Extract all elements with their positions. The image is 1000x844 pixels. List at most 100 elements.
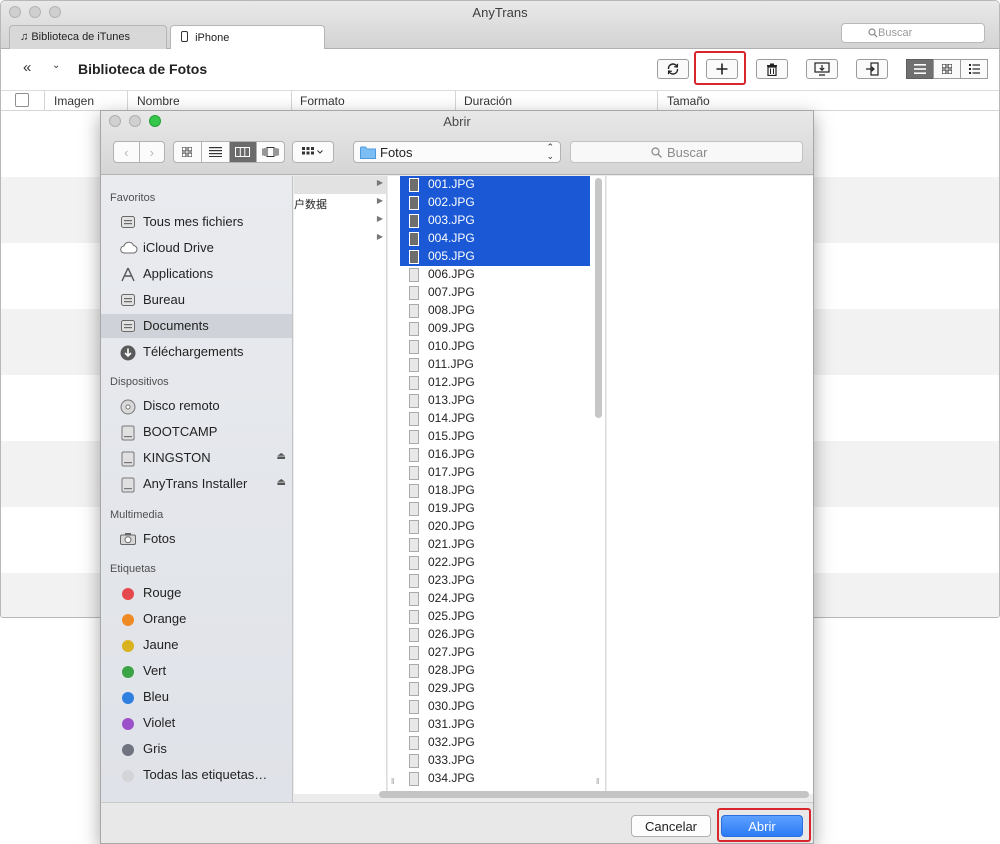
select-all-checkbox[interactable] xyxy=(15,93,29,107)
file-row[interactable]: 023.JPG xyxy=(400,572,590,590)
file-row[interactable]: 016.JPG xyxy=(400,446,590,464)
file-row[interactable]: 028.JPG xyxy=(400,662,590,680)
file-row[interactable]: 009.JPG xyxy=(400,320,590,338)
chevron-down-icon[interactable]: ⌄ xyxy=(52,60,60,71)
sidebar-item-label: Tous mes fichiers xyxy=(143,214,244,229)
file-row[interactable]: 011.JPG xyxy=(400,356,590,374)
file-row[interactable]: 015.JPG xyxy=(400,428,590,446)
file-row[interactable]: 022.JPG xyxy=(400,554,590,572)
list-view-button[interactable] xyxy=(202,142,230,162)
folder-row[interactable]: ▶ xyxy=(294,212,386,230)
horizontal-scrollbar[interactable] xyxy=(379,791,809,798)
back-double-chevron-icon[interactable]: « xyxy=(23,59,31,76)
tab-itunes-library[interactable]: ♫ Biblioteca de iTunes xyxy=(9,25,167,49)
file-row[interactable]: 004.JPG xyxy=(400,230,590,248)
file-row[interactable]: 021.JPG xyxy=(400,536,590,554)
sidebar-item-bureau[interactable]: Bureau xyxy=(101,288,292,312)
sidebar-item-t-l-chargements[interactable]: Téléchargements xyxy=(101,340,292,364)
file-row[interactable]: 001.JPG xyxy=(400,176,590,194)
file-row[interactable]: 020.JPG xyxy=(400,518,590,536)
file-row[interactable]: 010.JPG xyxy=(400,338,590,356)
column-header-format[interactable]: Formato xyxy=(300,94,345,108)
eject-icon[interactable]: ⏏ xyxy=(277,477,286,488)
file-row[interactable]: 003.JPG xyxy=(400,212,590,230)
search-icon xyxy=(868,28,878,38)
column-header-duration[interactable]: Duración xyxy=(464,94,512,108)
sidebar-item-icloud-drive[interactable]: iCloud Drive xyxy=(101,236,292,260)
sidebar-item-rouge[interactable]: Rouge xyxy=(101,581,292,605)
sidebar-item-label: Bureau xyxy=(143,292,185,307)
column-resize-handle[interactable]: ǁ xyxy=(596,777,599,786)
sidebar-item-anytrans-installer[interactable]: AnyTrans Installer ⏏ xyxy=(101,472,292,496)
export-to-computer-button[interactable] xyxy=(806,59,838,79)
sidebar-item-fotos[interactable]: Fotos xyxy=(101,527,292,551)
sidebar-item-documents[interactable]: Documents xyxy=(101,314,292,338)
column-view-button[interactable] xyxy=(229,142,258,162)
sidebar-item-violet[interactable]: Violet xyxy=(101,711,292,735)
sidebar-item-vert[interactable]: Vert xyxy=(101,659,292,683)
sidebar-item-gris[interactable]: Gris xyxy=(101,737,292,761)
file-row[interactable]: 005.JPG xyxy=(400,248,590,266)
image-thumbnail-icon xyxy=(409,232,419,246)
all-files-icon xyxy=(120,215,136,229)
files-vertical-scrollbar[interactable] xyxy=(595,178,602,418)
dialog-search-input[interactable]: Buscar xyxy=(570,141,803,163)
page-title: Biblioteca de Fotos xyxy=(78,61,208,77)
sidebar-item-tous-mes-fichiers[interactable]: Tous mes fichiers xyxy=(101,210,292,234)
file-row[interactable]: 008.JPG xyxy=(400,302,590,320)
file-row[interactable]: 027.JPG xyxy=(400,644,590,662)
sidebar-item-jaune[interactable]: Jaune xyxy=(101,633,292,657)
forward-chevron-icon[interactable]: › xyxy=(140,142,165,162)
eject-icon[interactable]: ⏏ xyxy=(277,451,286,462)
icon-view-button[interactable] xyxy=(174,142,202,162)
location-popup[interactable]: Fotos ⌃ ⌄ xyxy=(353,141,561,163)
tab-iphone[interactable]: iPhone xyxy=(170,25,325,50)
image-thumbnail-icon xyxy=(409,178,419,192)
file-row[interactable]: 026.JPG xyxy=(400,626,590,644)
file-row[interactable]: 033.JPG xyxy=(400,752,590,770)
column-header-name[interactable]: Nombre xyxy=(137,94,180,108)
delete-button[interactable] xyxy=(756,59,788,79)
sidebar-item-applications[interactable]: Applications xyxy=(101,262,292,286)
sidebar-item-kingston[interactable]: KINGSTON ⏏ xyxy=(101,446,292,470)
list-view-button[interactable] xyxy=(906,59,934,79)
location-label: Fotos xyxy=(380,145,413,160)
sidebar-item-label: Todas las etiquetas… xyxy=(143,767,268,782)
file-row[interactable]: 013.JPG xyxy=(400,392,590,410)
file-row[interactable]: 018.JPG xyxy=(400,482,590,500)
column-resize-handle[interactable]: ǁ xyxy=(391,777,394,786)
file-row[interactable]: 025.JPG xyxy=(400,608,590,626)
folder-row[interactable]: ▶ xyxy=(294,230,386,248)
file-row[interactable]: 007.JPG xyxy=(400,284,590,302)
sidebar-item-disco-remoto[interactable]: Disco remoto xyxy=(101,394,292,418)
file-row[interactable]: 014.JPG xyxy=(400,410,590,428)
sidebar-item-bleu[interactable]: Bleu xyxy=(101,685,292,709)
file-row[interactable]: 019.JPG xyxy=(400,500,590,518)
sidebar-item-bootcamp[interactable]: BOOTCAMP xyxy=(101,420,292,444)
folder-row[interactable]: 户数据 ▶ xyxy=(294,194,386,212)
file-row[interactable]: 002.JPG xyxy=(400,194,590,212)
file-row[interactable]: 006.JPG xyxy=(400,266,590,284)
export-to-device-button[interactable] xyxy=(856,59,888,79)
file-row[interactable]: 031.JPG xyxy=(400,716,590,734)
cover-flow-button[interactable] xyxy=(257,142,284,162)
arrange-menu[interactable] xyxy=(292,141,334,163)
folder-row[interactable]: ▶ xyxy=(294,176,386,194)
grid-view-button[interactable] xyxy=(933,59,961,79)
refresh-button[interactable] xyxy=(657,59,689,79)
file-row[interactable]: 032.JPG xyxy=(400,734,590,752)
file-row[interactable]: 029.JPG xyxy=(400,680,590,698)
back-chevron-icon[interactable]: ‹ xyxy=(114,142,140,162)
cancel-button[interactable]: Cancelar xyxy=(631,815,711,837)
file-row[interactable]: 017.JPG xyxy=(400,464,590,482)
file-row[interactable]: 030.JPG xyxy=(400,698,590,716)
sidebar-item-todas-las-etiquetas[interactable]: Todas las etiquetas… xyxy=(101,763,292,787)
file-row[interactable]: 012.JPG xyxy=(400,374,590,392)
file-row[interactable]: 024.JPG xyxy=(400,590,590,608)
detail-view-button[interactable] xyxy=(960,59,988,79)
search-input[interactable]: Buscar xyxy=(841,23,985,43)
column-header-size[interactable]: Tamaño xyxy=(667,94,710,108)
column-header-image[interactable]: Imagen xyxy=(54,94,94,108)
sidebar-item-orange[interactable]: Orange xyxy=(101,607,292,631)
file-row[interactable]: 034.JPG xyxy=(400,770,590,788)
